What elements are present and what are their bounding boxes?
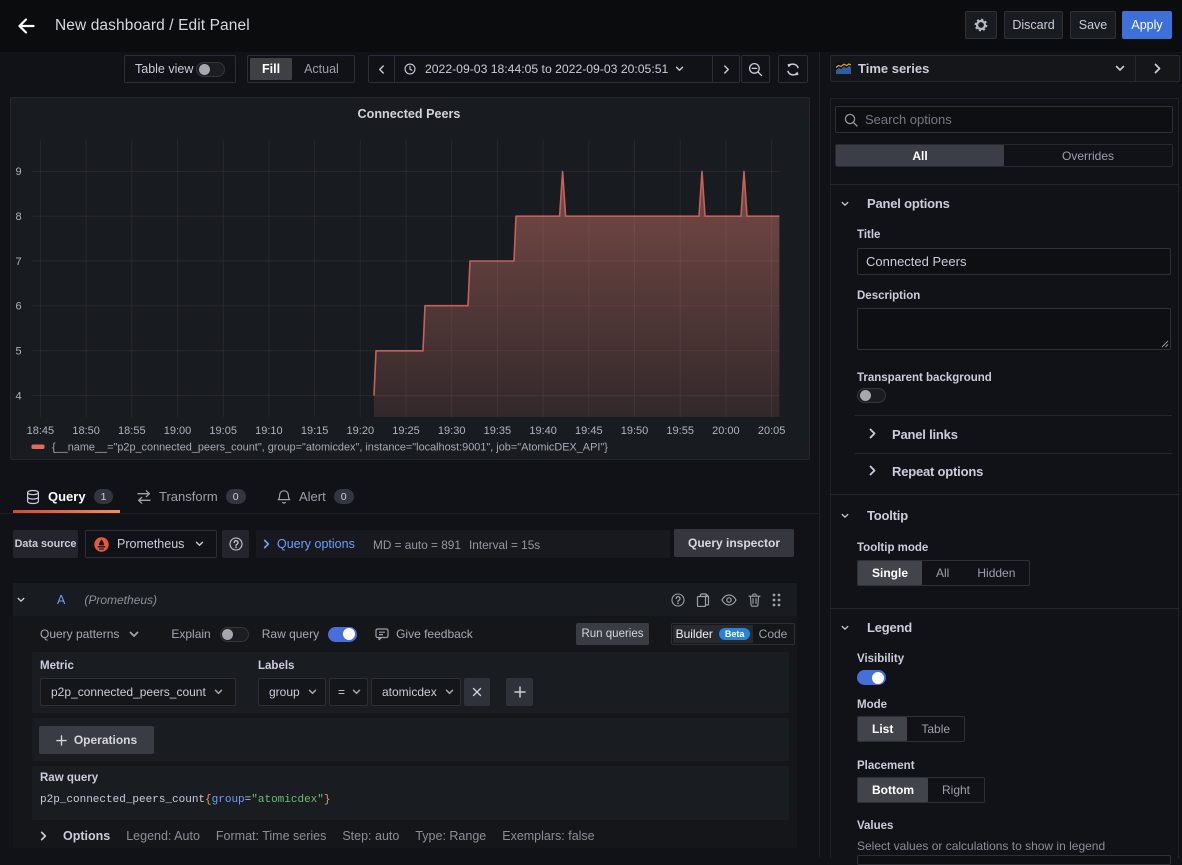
svg-text:19:00: 19:00 [164, 425, 192, 437]
svg-text:20:00: 20:00 [712, 425, 740, 437]
svg-text:5: 5 [15, 346, 21, 358]
svg-text:19:30: 19:30 [438, 425, 466, 437]
svg-text:19:15: 19:15 [301, 425, 329, 437]
svg-text:19:10: 19:10 [255, 425, 283, 437]
svg-text:18:50: 18:50 [72, 425, 100, 437]
svg-text:19:25: 19:25 [392, 425, 420, 437]
svg-text:19:20: 19:20 [347, 425, 375, 437]
svg-text:9: 9 [15, 166, 21, 178]
svg-text:19:35: 19:35 [484, 425, 512, 437]
svg-text:{__name__="p2p_connected_peers: {__name__="p2p_connected_peers_count", g… [52, 442, 608, 454]
svg-text:18:55: 18:55 [118, 425, 146, 437]
svg-text:19:45: 19:45 [575, 425, 603, 437]
svg-text:4: 4 [15, 391, 21, 403]
svg-text:6: 6 [15, 301, 21, 313]
svg-text:7: 7 [15, 256, 21, 268]
svg-text:8: 8 [15, 211, 21, 223]
svg-text:19:55: 19:55 [666, 425, 694, 437]
svg-text:19:05: 19:05 [209, 425, 237, 437]
svg-text:Connected Peers: Connected Peers [358, 107, 461, 121]
svg-text:19:40: 19:40 [529, 425, 557, 437]
svg-text:19:50: 19:50 [621, 425, 649, 437]
svg-text:20:05: 20:05 [758, 425, 786, 437]
svg-text:18:45: 18:45 [27, 425, 55, 437]
